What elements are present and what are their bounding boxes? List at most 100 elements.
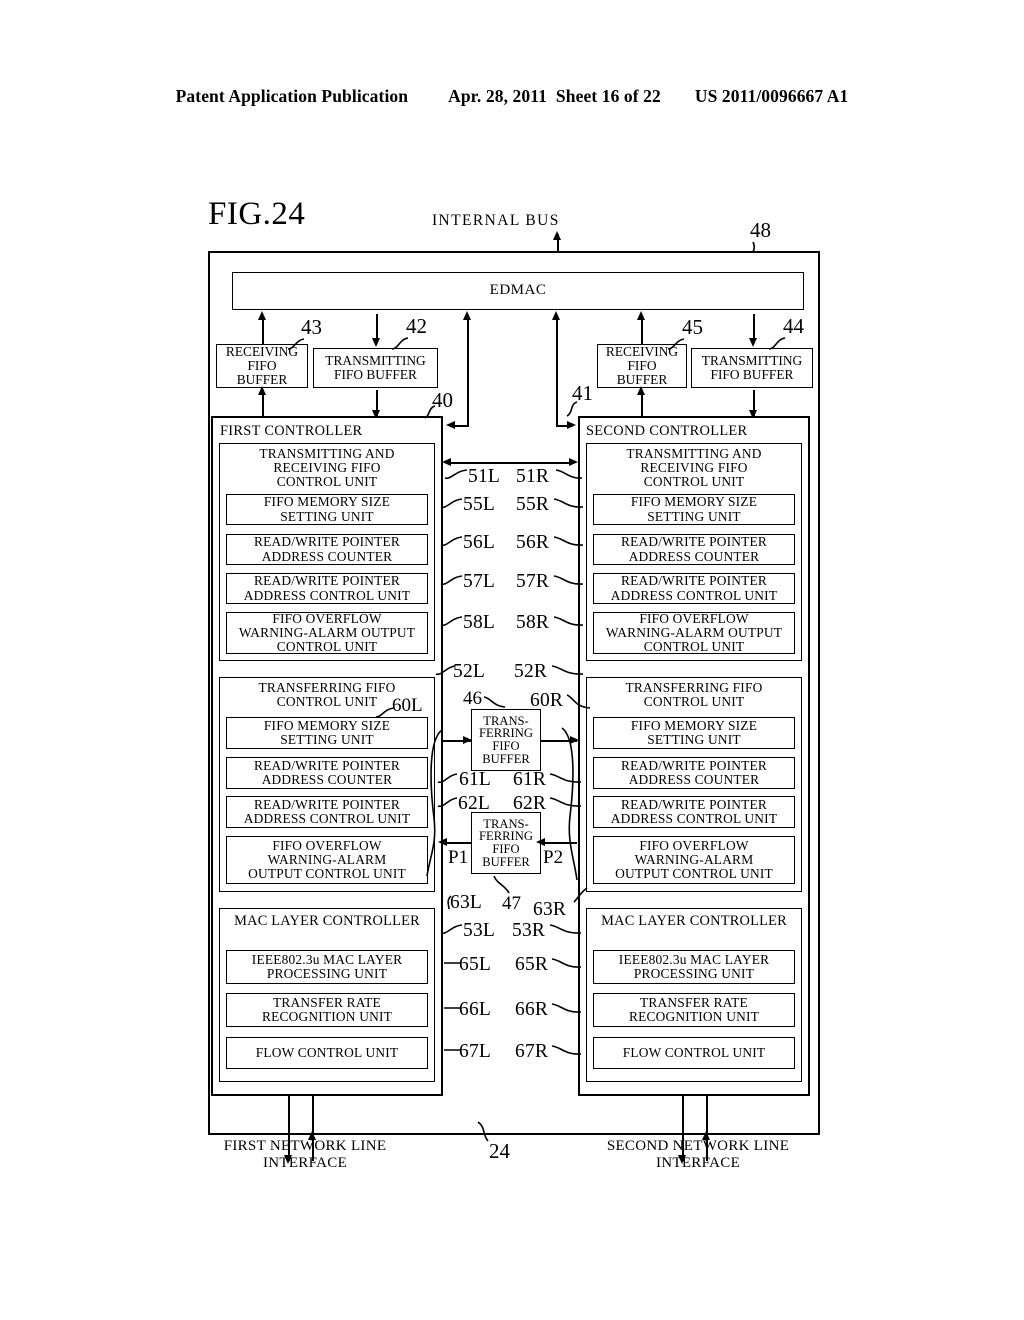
right-txrx-fifo-title: TRANSMITTING AND RECEIVING FIFO CONTROL … — [626, 446, 762, 490]
ref-65R: 65R — [515, 954, 549, 975]
line-left-mac-out-b — [312, 1096, 314, 1136]
arrow-edmac-left-trans — [372, 338, 380, 347]
left-rw-counter-unit: READ/WRITE POINTER ADDRESS COUNTER — [226, 534, 428, 565]
ref-60L-leader — [375, 707, 395, 718]
leader-52R — [551, 665, 584, 675]
edmac-box: EDMAC — [232, 272, 804, 310]
ref-43-leader — [287, 338, 305, 350]
line-right-mac-out-b — [706, 1096, 708, 1136]
ref-40-leader — [424, 405, 436, 419]
patent-figure-page: Patent Application Publication Apr. 28, … — [0, 0, 1024, 1320]
leader-58R — [553, 616, 584, 626]
right-rw-counter-label: READ/WRITE POINTER ADDRESS COUNTER — [620, 534, 768, 564]
right-flow-control-label: FLOW CONTROL UNIT — [622, 1044, 766, 1060]
ref-46-leader — [483, 696, 506, 708]
leader-67R — [551, 1045, 582, 1055]
line-controllers-bidir — [448, 462, 574, 464]
header-docnum: US 2011/0096667 A1 — [694, 86, 849, 106]
ref-42-leader — [391, 337, 409, 350]
right-transferring-fifo-title: TRANSFERRING FIFO CONTROL UNIT — [625, 680, 763, 710]
arrow-first-controller-edmac-up — [463, 311, 471, 320]
right-ieee-mac-unit: IEEE802.3u MAC LAYER PROCESSING UNIT — [593, 950, 795, 984]
left-overflow-alarm-unit: FIFO OVERFLOW WARNING-ALARM OUTPUT CONTR… — [226, 610, 428, 655]
edmac-label: EDMAC — [489, 282, 547, 299]
left-mac-layer-title: MAC LAYER CONTROLLER — [234, 913, 420, 929]
left-xfer-memory-size-label: FIFO MEMORY SIZE SETTING UNIT — [263, 717, 391, 747]
lower-transferring-fifo-buffer: TRANS- FERRING FIFO BUFFER — [471, 812, 541, 874]
leader-51L — [444, 469, 468, 480]
left-transmitting-fifo-buffer-label: TRANSMITTING FIFO BUFFER — [325, 353, 426, 382]
right-xfer-overflow-alarm-label: FIFO OVERFLOW WARNING-ALARM OUTPUT CONTR… — [615, 837, 773, 882]
ref-53R: 53R — [512, 920, 546, 941]
ref-63R: 63R — [533, 899, 567, 920]
leader-65R — [551, 958, 582, 968]
arrow-edmac-right-trans — [749, 338, 757, 347]
right-xfer-memory-size-unit: FIFO MEMORY SIZE SETTING UNIT — [593, 717, 795, 749]
right-transmitting-fifo-buffer: TRANSMITTING FIFO BUFFER — [691, 348, 813, 388]
line-left-mac-out-a — [288, 1096, 290, 1136]
arrow-edmac-second-controller — [567, 421, 576, 429]
right-transmitting-fifo-buffer-label: TRANSMITTING FIFO BUFFER — [701, 353, 803, 382]
upper-transferring-fifo-buffer-label: TRANS- FERRING FIFO BUFFER — [479, 713, 533, 766]
left-xfer-memory-size-unit: FIFO MEMORY SIZE SETTING UNIT — [226, 717, 428, 749]
first-network-line-interface-label: FIRST NETWORK LINE INTERFACE — [223, 1138, 387, 1171]
left-xfer-overflow-alarm-label: FIFO OVERFLOW WARNING-ALARM OUTPUT CONTR… — [248, 837, 406, 882]
figure-title: FIG.24 — [208, 196, 306, 232]
header-date-sheet: Apr. 28, 2011 Sheet 16 of 22 — [448, 86, 661, 107]
leader-52L — [435, 665, 456, 676]
ref-66R: 66R — [515, 999, 549, 1020]
ref-65L: 65L — [459, 954, 492, 975]
leader-66R — [551, 1003, 582, 1013]
ref-55R: 55R — [516, 494, 550, 515]
left-fifo-memory-size-label: FIFO MEMORY SIZE SETTING UNIT — [263, 494, 391, 524]
right-fifo-memory-size-label: FIFO MEMORY SIZE SETTING UNIT — [630, 494, 758, 524]
leader-58L — [440, 616, 463, 627]
arrow-right-to-lower-xfer — [536, 838, 545, 846]
arrow-edmac-right-recv — [637, 311, 645, 320]
ref-67R: 67R — [515, 1041, 549, 1062]
arrow-edmac-left-recv — [258, 311, 266, 320]
left-transfer-rate-unit: TRANSFER RATE RECOGNITION UNIT — [226, 993, 428, 1027]
ref-24-leader — [477, 1121, 489, 1142]
right-overflow-alarm-label: FIFO OVERFLOW WARNING-ALARM OUTPUT CONTR… — [605, 610, 783, 655]
ref-58R: 58R — [516, 612, 550, 633]
left-xfer-rw-counter-label: READ/WRITE POINTER ADDRESS COUNTER — [253, 757, 401, 787]
line-edmac-second-controller-v — [556, 316, 558, 426]
leader-67L — [444, 1049, 461, 1051]
left-transmitting-fifo-buffer: TRANSMITTING FIFO BUFFER — [313, 348, 438, 388]
first-controller-label: FIRST CONTROLLER — [220, 423, 363, 439]
right-xfer-rw-control-unit: READ/WRITE POINTER ADDRESS CONTROL UNIT — [593, 796, 795, 828]
leader-63L — [447, 895, 452, 910]
arrow-left-to-upper-xfer — [463, 736, 472, 744]
left-ieee-mac-label: IEEE802.3u MAC LAYER PROCESSING UNIT — [251, 951, 403, 981]
right-flow-control-unit: FLOW CONTROL UNIT — [593, 1037, 795, 1069]
p1-curve — [426, 729, 443, 877]
line-edmac-left-recv — [262, 316, 264, 344]
header-publication: Patent Application Publication — [175, 86, 409, 106]
left-rw-counter-label: READ/WRITE POINTER ADDRESS COUNTER — [253, 534, 401, 564]
ref-57R: 57R — [516, 571, 550, 592]
ref-47-leader — [493, 875, 510, 894]
leader-53L — [440, 924, 463, 935]
arrow-controllers-left — [442, 458, 451, 466]
right-overflow-alarm-unit: FIFO OVERFLOW WARNING-ALARM OUTPUT CONTR… — [593, 610, 795, 655]
right-rw-control-unit: READ/WRITE POINTER ADDRESS CONTROL UNIT — [593, 573, 795, 604]
ref-61R: 61R — [513, 769, 547, 790]
right-transfer-rate-unit: TRANSFER RATE RECOGNITION UNIT — [593, 993, 795, 1027]
arrow-left-recv-controller — [258, 386, 266, 395]
arrow-second-controller-edmac-up — [552, 311, 560, 320]
ref-51R: 51R — [516, 466, 550, 487]
right-mac-layer-title: MAC LAYER CONTROLLER — [601, 913, 787, 929]
internal-bus-label: INTERNAL BUS — [432, 212, 560, 229]
left-overflow-alarm-label: FIFO OVERFLOW WARNING-ALARM OUTPUT CONTR… — [238, 610, 416, 655]
left-ieee-mac-unit: IEEE802.3u MAC LAYER PROCESSING UNIT — [226, 950, 428, 984]
left-flow-control-label: FLOW CONTROL UNIT — [255, 1044, 399, 1060]
ref-44-leader — [768, 337, 786, 350]
left-rw-control-label: READ/WRITE POINTER ADDRESS CONTROL UNIT — [243, 573, 411, 603]
leader-57L — [440, 575, 463, 586]
leader-66L — [444, 1007, 461, 1009]
right-xfer-rw-control-label: READ/WRITE POINTER ADDRESS CONTROL UNIT — [610, 796, 778, 826]
line-edmac-right-recv — [641, 316, 643, 344]
internal-bus-arrow-up — [553, 231, 561, 240]
leader-55L — [440, 498, 463, 509]
